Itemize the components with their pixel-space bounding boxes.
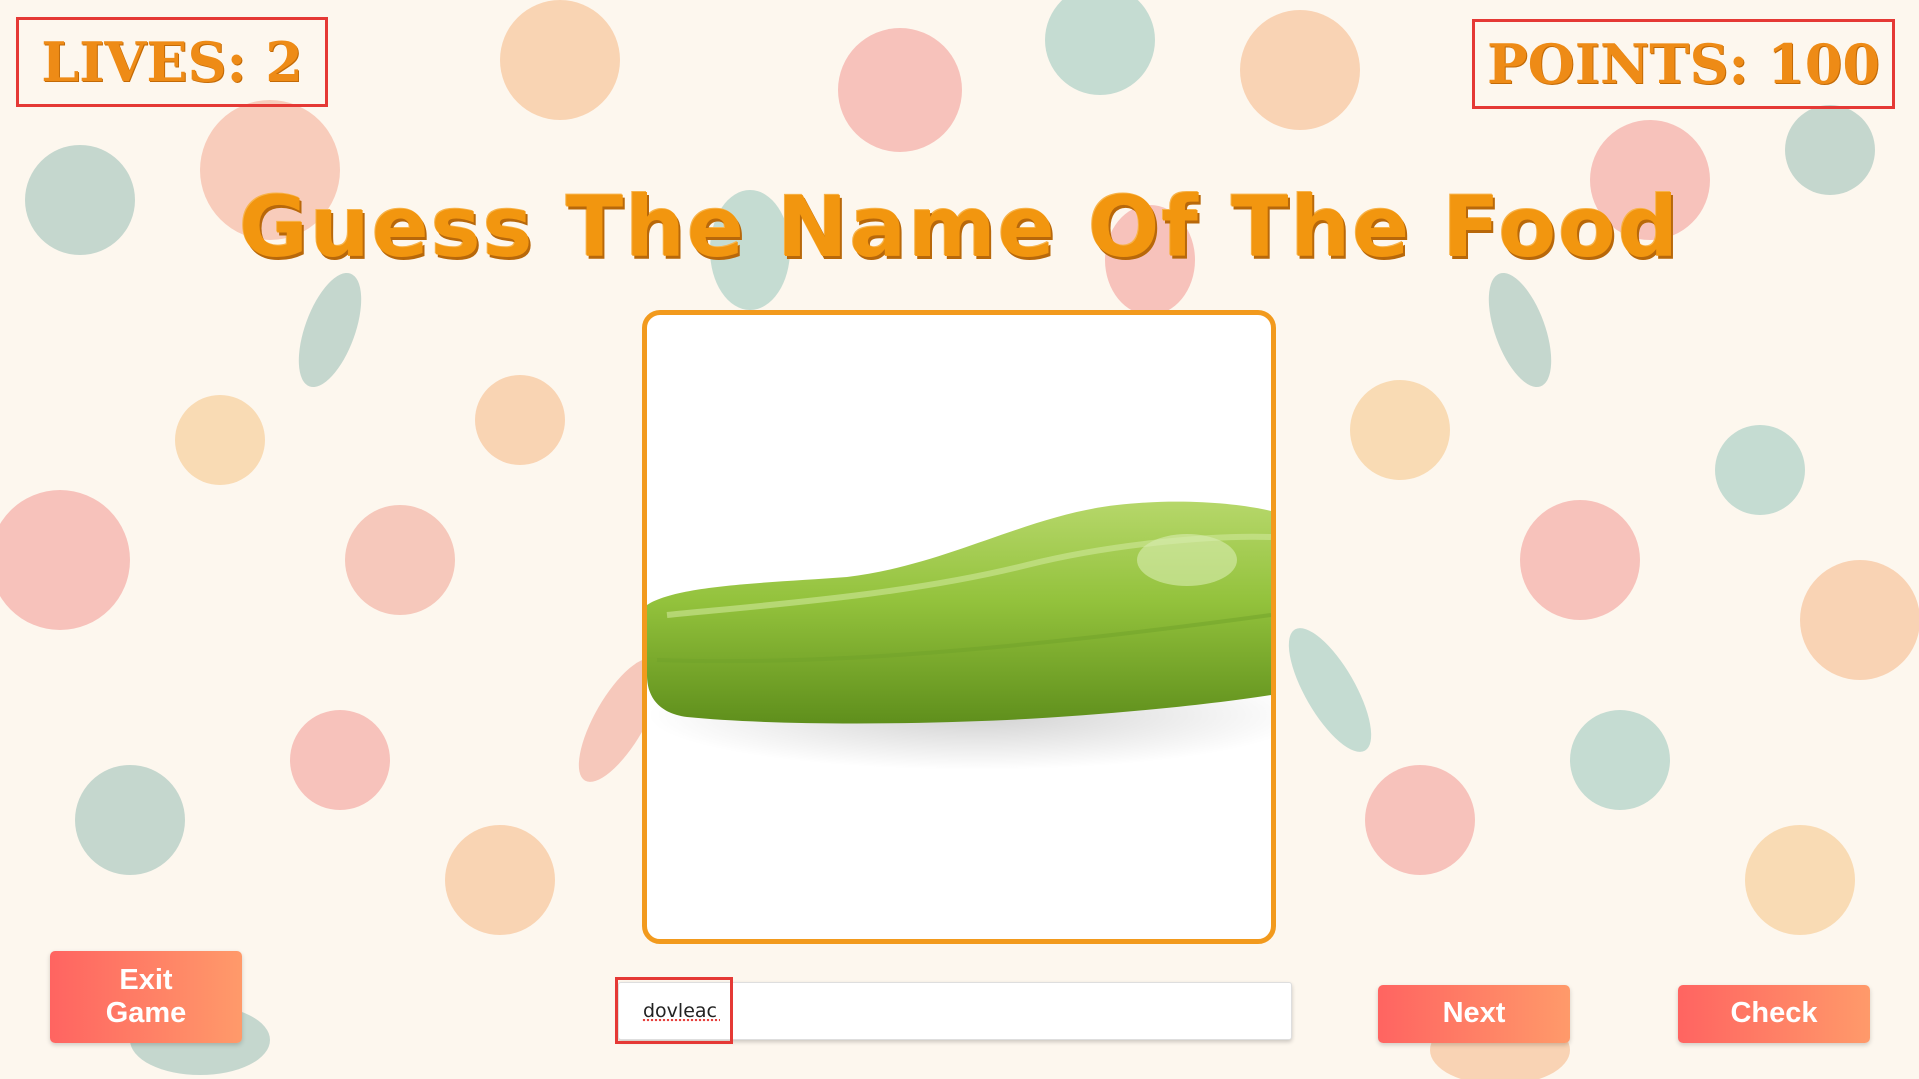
next-button[interactable]: Next <box>1378 985 1570 1043</box>
lives-label: LIVES: 2 <box>41 30 303 94</box>
food-image-frame <box>642 310 1276 944</box>
exit-label-line1: Exit <box>119 963 173 996</box>
lives-counter: LIVES: 2 <box>16 17 328 107</box>
exit-game-button[interactable]: Exit Game <box>50 951 242 1043</box>
points-counter: POINTS: 100 <box>1472 19 1895 109</box>
points-label: POINTS: 100 <box>1487 32 1880 96</box>
zucchini-image <box>647 501 1271 770</box>
answer-input[interactable] <box>618 982 1292 1040</box>
page-title: Guess The Name Of The Food <box>238 178 1681 276</box>
check-button[interactable]: Check <box>1678 985 1870 1043</box>
exit-label-line2: Game <box>105 997 187 1029</box>
